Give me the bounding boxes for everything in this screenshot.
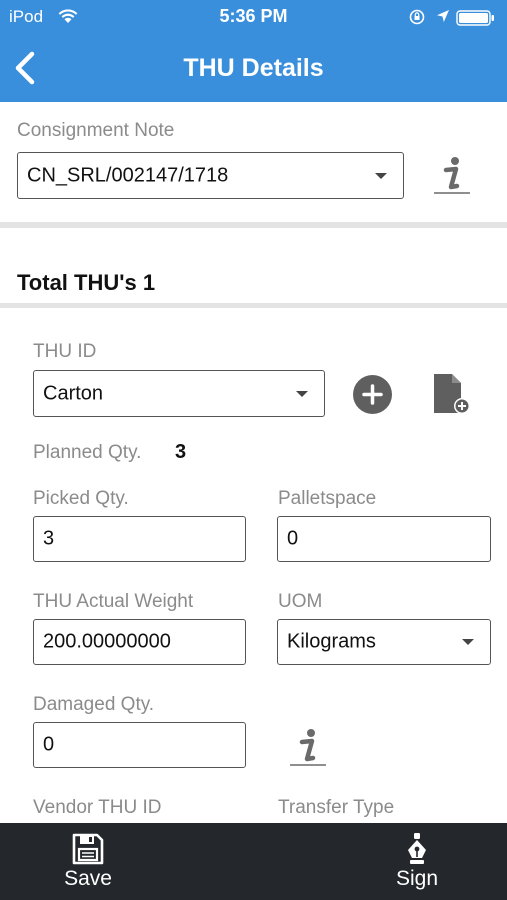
uom-value: Kilograms (287, 630, 376, 653)
vendor-thu-id-label: Vendor THU ID (33, 797, 162, 818)
thu-id-label: THU ID (33, 341, 97, 362)
location-arrow-icon (436, 9, 450, 28)
uom-select[interactable]: Kilograms (277, 619, 491, 665)
save-button[interactable]: Save (28, 823, 148, 900)
save-floppy-icon (72, 833, 104, 870)
consignment-note-select[interactable]: CN_SRL/002147/1718 (17, 152, 404, 199)
palletspace-input[interactable]: 0 (277, 516, 491, 562)
thu-id-select[interactable]: Carton (33, 370, 325, 417)
add-circle-icon[interactable] (352, 374, 393, 420)
section-divider (0, 222, 507, 228)
info-icon[interactable] (430, 152, 474, 196)
chevron-down-icon (462, 639, 474, 645)
info-icon[interactable] (286, 724, 330, 768)
chevron-down-icon (296, 390, 308, 397)
thu-actual-weight-input[interactable]: 200.00000000 (33, 619, 246, 665)
planned-qty-value: 3 (175, 441, 187, 463)
picked-qty-input[interactable]: 3 (33, 516, 246, 562)
uom-label: UOM (278, 591, 323, 612)
sign-label: Sign (395, 867, 439, 890)
transfer-type-label: Transfer Type (278, 797, 395, 818)
picked-qty-label: Picked Qty. (33, 488, 129, 509)
consignment-note-label: Consignment Note (17, 120, 175, 141)
picked-qty-value: 3 (43, 527, 55, 550)
navigation-bar: THU Details (0, 34, 507, 102)
battery-icon (456, 10, 496, 31)
total-thu-heading: Total THU's 1 (17, 270, 156, 295)
damaged-qty-label: Damaged Qty. (33, 694, 155, 715)
sign-button[interactable]: Sign (357, 823, 477, 900)
save-label: Save (64, 867, 112, 890)
thu-actual-weight-value: 200.00000000 (43, 630, 171, 653)
chevron-down-icon (375, 172, 387, 179)
thu-actual-weight-label: THU Actual Weight (33, 591, 194, 612)
planned-qty-label: Planned Qty. (33, 442, 142, 463)
section-divider (0, 303, 507, 308)
orientation-lock-icon (408, 9, 426, 30)
palletspace-label: Palletspace (278, 488, 377, 509)
damaged-qty-value: 0 (43, 733, 55, 756)
page-title: THU Details (183, 54, 324, 82)
consignment-note-value: CN_SRL/002147/1718 (27, 164, 229, 186)
thu-id-value: Carton (43, 382, 104, 404)
add-document-icon[interactable] (432, 373, 472, 420)
bottom-toolbar: Save Sign (0, 823, 507, 900)
status-bar: iPod 5:36 PM (0, 0, 507, 34)
palletspace-value: 0 (287, 527, 299, 550)
damaged-qty-input[interactable]: 0 (33, 722, 246, 768)
clock-time: 5:36 PM (219, 6, 288, 26)
